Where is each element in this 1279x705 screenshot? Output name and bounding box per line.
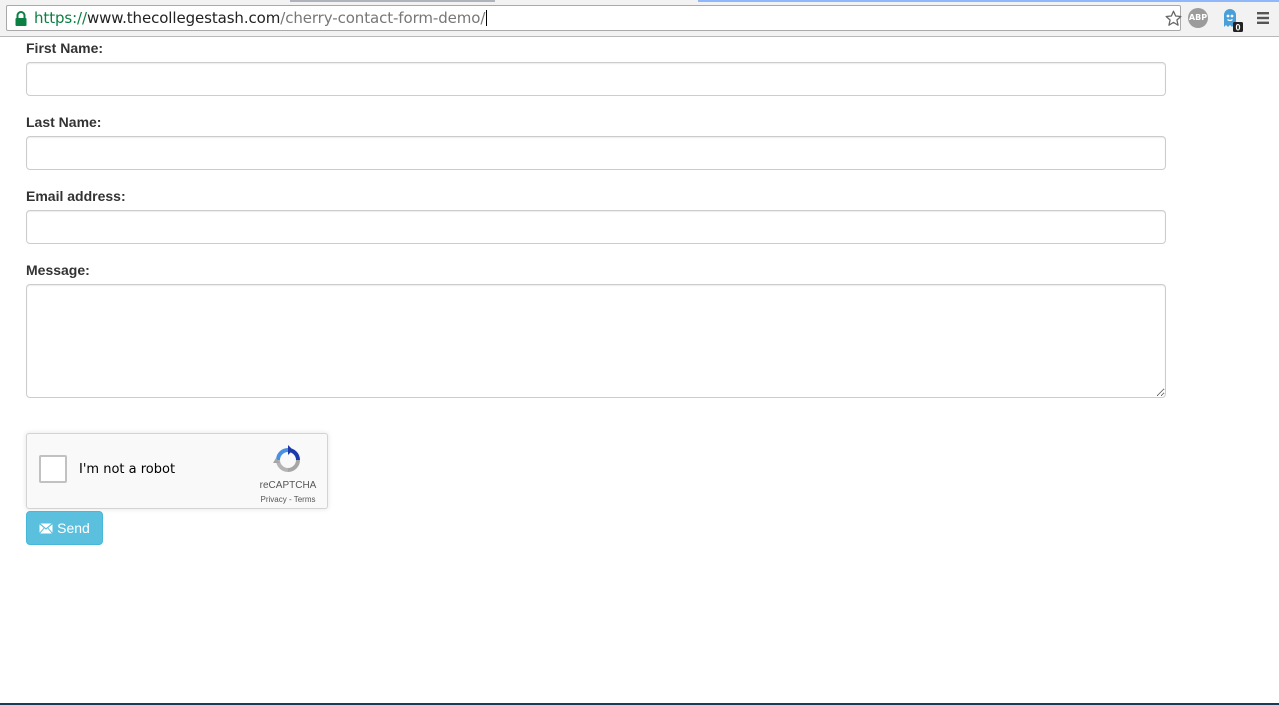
text-caret (486, 10, 488, 26)
send-button-label: Send (57, 520, 90, 536)
last-name-label: Last Name: (26, 114, 102, 130)
browser-toolbar: https://www.thecollegestash.com/cherry-c… (0, 0, 1279, 37)
email-input[interactable] (26, 210, 1166, 244)
envelope-icon (39, 522, 54, 534)
menu-icon[interactable] (1256, 11, 1270, 25)
email-label: Email address: (26, 188, 126, 204)
url-text[interactable]: https://www.thecollegestash.com/cherry-c… (34, 9, 488, 27)
url-host: www.thecollegestash.com (86, 9, 281, 27)
recaptcha-logo-icon (273, 445, 300, 472)
recaptcha-checkbox[interactable] (39, 455, 67, 483)
address-bar[interactable]: https://www.thecollegestash.com/cherry-c… (6, 5, 1183, 31)
tab-strip-edge-active (698, 0, 1279, 2)
adblock-icon[interactable]: ABP (1188, 8, 1208, 28)
recaptcha-widget: I'm not a robot reCAPTCHA Privacy - Term… (26, 433, 328, 509)
first-name-label: First Name: (26, 40, 104, 56)
message-textarea[interactable] (26, 284, 1166, 398)
tab-strip-edge (290, 0, 495, 2)
last-name-input[interactable] (26, 136, 1166, 170)
url-scheme: https:// (34, 9, 87, 27)
recaptcha-privacy-terms-links[interactable]: Privacy - Terms (249, 495, 327, 505)
lock-icon[interactable] (14, 11, 28, 27)
first-name-input[interactable] (26, 62, 1166, 96)
send-button[interactable]: Send (26, 511, 103, 545)
recaptcha-label: I'm not a robot (79, 462, 176, 477)
url-path: /cherry-contact-form-demo/ (280, 9, 486, 27)
message-label: Message: (26, 262, 90, 278)
ghostery-icon[interactable]: 0 (1220, 7, 1246, 33)
ghostery-badge: 0 (1235, 23, 1240, 33)
star-icon[interactable] (1164, 9, 1183, 28)
recaptcha-brand: reCAPTCHA (259, 480, 317, 491)
